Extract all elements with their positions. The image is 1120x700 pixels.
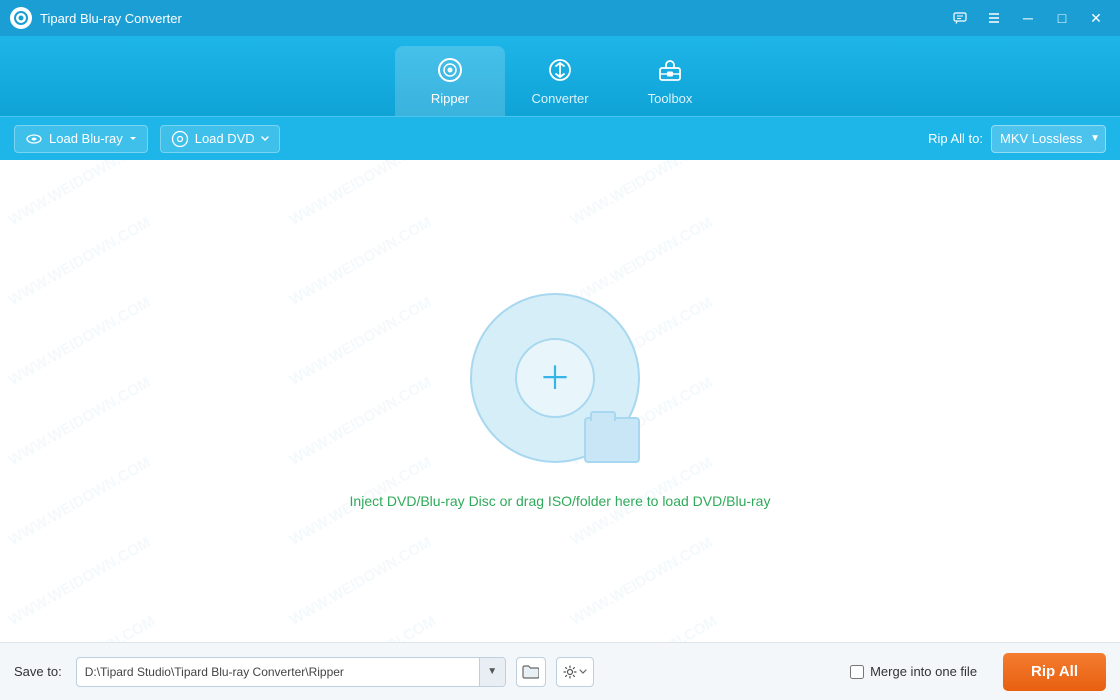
message-button[interactable] bbox=[946, 7, 974, 29]
maximize-button[interactable]: □ bbox=[1048, 7, 1076, 29]
title-bar: Tipard Blu-ray Converter ─ □ ✕ bbox=[0, 0, 1120, 36]
disc-plus-icon: ＋ bbox=[539, 362, 571, 394]
toolbar-right: Rip All to: MKV Lossless MP4 AVI MOV MKV… bbox=[928, 125, 1106, 153]
format-select[interactable]: MKV Lossless MP4 AVI MOV MKV bbox=[991, 125, 1106, 153]
tab-ripper[interactable]: Ripper bbox=[395, 46, 505, 116]
tab-bar: Ripper Converter Toolbox bbox=[0, 36, 1120, 116]
tab-toolbox-label: Toolbox bbox=[648, 91, 693, 106]
tab-toolbox[interactable]: Toolbox bbox=[615, 46, 725, 116]
merge-checkbox[interactable] bbox=[850, 665, 864, 679]
load-dvd-label: Load DVD bbox=[195, 131, 255, 146]
browse-folder-button[interactable] bbox=[516, 657, 546, 687]
tab-ripper-label: Ripper bbox=[431, 91, 469, 106]
tab-converter-label: Converter bbox=[531, 91, 588, 106]
bottom-bar: Save to: ▼ Merge into one file Rip All bbox=[0, 642, 1120, 700]
tab-converter[interactable]: Converter bbox=[505, 46, 615, 116]
rip-all-to-label: Rip All to: bbox=[928, 131, 983, 146]
toolbar: Load Blu-ray Load DVD Rip All to: MKV Lo… bbox=[0, 116, 1120, 160]
format-dropdown-wrap[interactable]: MKV Lossless MP4 AVI MOV MKV ▼ bbox=[991, 125, 1106, 153]
merge-wrap: Merge into one file bbox=[850, 664, 977, 679]
app-title: Tipard Blu-ray Converter bbox=[40, 11, 182, 26]
ripper-icon bbox=[437, 57, 463, 87]
minimize-button[interactable]: ─ bbox=[1014, 7, 1042, 29]
load-bluray-label: Load Blu-ray bbox=[49, 131, 123, 146]
title-bar-controls: ─ □ ✕ bbox=[946, 7, 1110, 29]
app-logo bbox=[10, 7, 32, 29]
title-bar-left: Tipard Blu-ray Converter bbox=[10, 7, 182, 29]
rip-all-button[interactable]: Rip All bbox=[1003, 653, 1106, 691]
close-button[interactable]: ✕ bbox=[1082, 7, 1110, 29]
disc-icon-wrapper: ＋ bbox=[470, 293, 650, 473]
save-path-input[interactable] bbox=[77, 665, 479, 679]
save-to-label: Save to: bbox=[14, 664, 62, 679]
converter-icon bbox=[547, 57, 573, 87]
menu-button[interactable] bbox=[980, 7, 1008, 29]
toolbox-icon bbox=[657, 57, 683, 87]
drop-zone[interactable]: ＋ Inject DVD/Blu-ray Disc or drag ISO/fo… bbox=[350, 293, 771, 509]
path-input-wrap[interactable]: ▼ bbox=[76, 657, 506, 687]
disc-inner: ＋ bbox=[515, 338, 595, 418]
drop-hint-text: Inject DVD/Blu-ray Disc or drag ISO/fold… bbox=[350, 493, 771, 509]
settings-button[interactable] bbox=[556, 657, 594, 687]
load-dvd-button[interactable]: Load DVD bbox=[160, 125, 280, 153]
load-bluray-button[interactable]: Load Blu-ray bbox=[14, 125, 148, 153]
merge-label: Merge into one file bbox=[870, 664, 977, 679]
path-dropdown-button[interactable]: ▼ bbox=[479, 658, 505, 686]
folder-badge-icon bbox=[584, 417, 640, 463]
main-content: WWW.WEIDOWN.COM WWW.WEIDOWN.COM WWW.WEID… bbox=[0, 160, 1120, 642]
